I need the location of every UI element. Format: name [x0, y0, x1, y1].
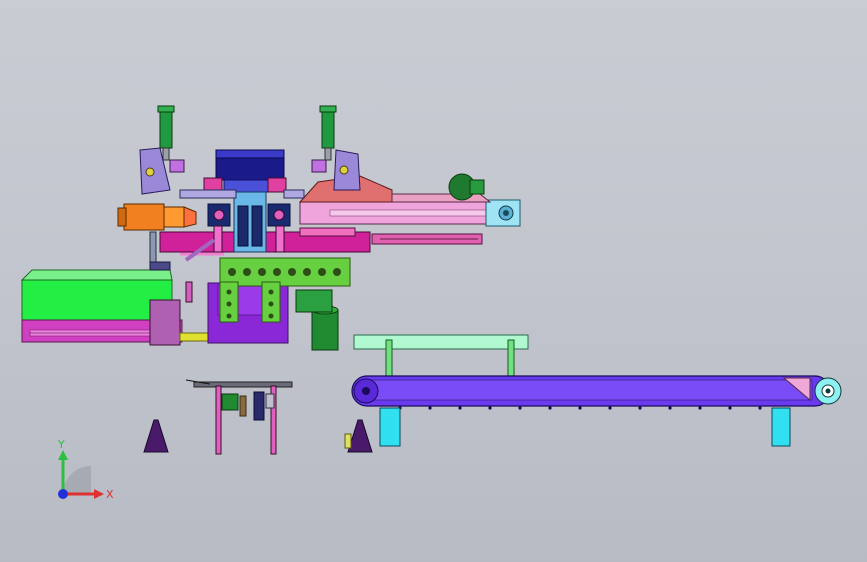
small-table-assembly[interactable]: [185, 379, 293, 455]
y-axis-label: Y: [57, 438, 65, 451]
x-arrow-icon: [94, 489, 104, 499]
conveyor-legs[interactable]: [379, 407, 791, 447]
cad-viewport[interactable]: Y X: [0, 0, 867, 562]
support-feet[interactable]: [143, 419, 373, 453]
x-axis-label: X: [106, 488, 114, 501]
upper-pink-arm[interactable]: [298, 175, 521, 227]
machine-assembly-model[interactable]: [0, 0, 867, 562]
z-axis-icon: [58, 489, 68, 499]
mint-bridge[interactable]: [353, 334, 529, 379]
y-arrow-icon: [58, 450, 68, 460]
triad-plane-icon: [63, 466, 91, 494]
left-cylinder-bracket[interactable]: [139, 105, 185, 195]
right-cylinder-bracket[interactable]: [311, 105, 361, 191]
orange-gearbox[interactable]: [117, 203, 197, 231]
blue-conveyor-belt[interactable]: [351, 375, 842, 410]
left-green-housing[interactable]: [20, 269, 211, 346]
magenta-beams[interactable]: [159, 227, 483, 253]
green-cylinder-motor[interactable]: [295, 289, 339, 351]
coordinate-triad: Y X: [57, 438, 114, 501]
